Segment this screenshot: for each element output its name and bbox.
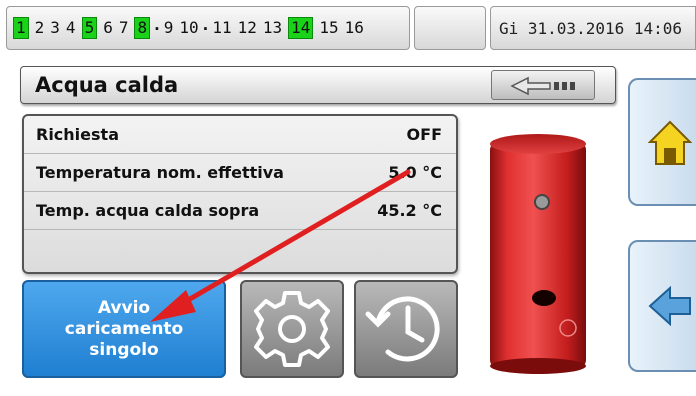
left-arrow-icon <box>648 285 691 327</box>
status-bar: 1 2 3 4 5 6 7 8 · 9 10 · 11 12 13 14 15 … <box>0 0 696 58</box>
info-label: Temp. acqua calda sopra <box>36 201 260 220</box>
output-4: 4 <box>65 18 76 37</box>
back-button[interactable] <box>491 70 595 100</box>
output-separator: · <box>200 18 211 38</box>
nav-back-button[interactable] <box>628 240 696 372</box>
output-8: 8 <box>134 17 151 39</box>
output-3: 3 <box>50 18 60 37</box>
output-separator: · <box>152 18 162 38</box>
info-value: 5.0 °C <box>388 163 442 182</box>
info-value: 45.2 °C <box>377 201 442 220</box>
hot-water-tank-image <box>490 134 586 374</box>
output-13: 13 <box>262 18 283 37</box>
info-label: Richiesta <box>36 125 119 144</box>
single-charge-label-3: singolo <box>89 339 159 360</box>
home-icon <box>648 120 692 165</box>
outputs-indicator[interactable]: 1 2 3 4 5 6 7 8 · 9 10 · 11 12 13 14 15 … <box>6 6 410 50</box>
single-charge-label-2: caricamento <box>64 318 184 339</box>
info-row-richiesta[interactable]: Richiesta OFF <box>24 116 456 154</box>
back-arrow-icon <box>510 76 575 96</box>
title-bar: Acqua calda <box>20 66 616 104</box>
settings-button[interactable] <box>240 280 344 378</box>
output-6: 6 <box>103 18 113 37</box>
info-panel: Richiesta OFF Temperatura nom. effettiva… <box>22 114 458 274</box>
output-12: 12 <box>237 18 257 37</box>
output-15: 15 <box>319 18 339 37</box>
output-9: 9 <box>163 18 174 37</box>
info-row-temp-top[interactable]: Temp. acqua calda sopra 45.2 °C <box>24 192 456 230</box>
info-row-temp-nominal[interactable]: Temperatura nom. effettiva 5.0 °C <box>24 154 456 192</box>
status-blank-panel[interactable] <box>414 6 486 50</box>
single-charge-button[interactable]: Avvio caricamento singolo <box>22 280 226 378</box>
output-16: 16 <box>344 18 364 37</box>
info-row-empty <box>24 230 456 268</box>
history-clock-icon <box>365 296 440 362</box>
output-2: 2 <box>34 18 45 37</box>
single-charge-label-1: Avvio <box>97 297 151 318</box>
output-14: 14 <box>288 17 314 39</box>
home-button[interactable] <box>628 78 696 206</box>
output-11: 11 <box>212 18 232 37</box>
datetime-display[interactable]: Gi 31.03.2016 14:06 <box>490 6 696 50</box>
history-button[interactable] <box>354 280 458 378</box>
output-10: 10 <box>179 18 199 37</box>
info-value: OFF <box>406 125 442 144</box>
info-label: Temperatura nom. effettiva <box>36 163 284 182</box>
page-title: Acqua calda <box>35 73 179 97</box>
output-7: 7 <box>118 18 129 37</box>
output-1: 1 <box>13 17 29 39</box>
output-5: 5 <box>81 17 98 39</box>
gear-icon <box>254 291 330 367</box>
